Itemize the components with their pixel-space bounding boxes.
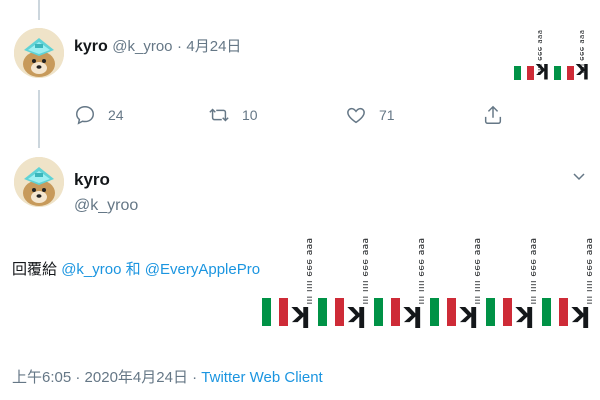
reply-action[interactable]: 24: [74, 104, 124, 126]
avatar[interactable]: [14, 28, 64, 78]
reply-count: 24: [108, 107, 124, 123]
emoji-rotated-text: ɐɐɐ ɘɘɘ ıııı ııı: [416, 238, 426, 305]
retweet-arrows-icon: [209, 108, 229, 122]
reply-bubble-icon: [76, 106, 94, 125]
italy-flag-emoji: [486, 298, 512, 326]
user-handle[interactable]: @k_yroo: [74, 197, 138, 215]
italy-flag-emoji: [514, 66, 534, 80]
thread-line-middle: [38, 90, 40, 148]
thread-line-top: [38, 0, 40, 20]
emoji-rotated-text: ɐɐɐ ɘɘɘ ıııı ııı: [304, 238, 314, 305]
share-action[interactable]: [482, 104, 504, 126]
tweet-date[interactable]: 4月24日: [186, 38, 241, 55]
reply-user-link[interactable]: @k_yroo: [61, 261, 121, 278]
tweet-source-link[interactable]: Twitter Web Client: [201, 369, 322, 386]
italy-flag-emoji: [374, 298, 400, 326]
emoji-rotated-text: ɐɐɐ ɘɘɘ ıııı: [536, 30, 544, 74]
retweet-count: 10: [242, 107, 258, 123]
emoji-rotated-text: ɐɐɐ ɘɘɘ ıııı: [578, 30, 586, 74]
avatar-dog-image: [14, 157, 64, 207]
separator-dot: ·: [75, 369, 81, 386]
tweet1-header: kyro @k_yroo · 4月24日: [74, 35, 241, 56]
tweet-date[interactable]: 2020年4月24日: [85, 369, 188, 386]
reply-to-line: 回覆給 @k_yroo 和 @EveryApplePro: [12, 258, 260, 279]
reply-and: 和: [125, 261, 141, 278]
tweet-meta: 上午6:05 · 2020年4月24日 · Twitter Web Client: [12, 366, 323, 387]
emoji-rotated-text: ɐɐɐ ɘɘɘ ıııı ııı: [584, 238, 594, 305]
separator-dot: ·: [192, 369, 198, 386]
separator-dot: ·: [176, 38, 182, 55]
heart-icon: [347, 107, 365, 124]
retweet-action[interactable]: 10: [208, 104, 258, 126]
share-upload-icon: [484, 105, 502, 124]
emoji-art-tweet2: ʞ ɐɐɐ ɘɘɘ ıııı ııı ʞ ɐɐɐ ɘɘɘ ıııı ııı ʞ ɐɐɐ ɘ…: [262, 238, 598, 358]
emoji-rotated-text: ɐɐɐ ɘɘɘ ıııı ııı: [472, 238, 482, 305]
italy-flag-emoji: [430, 298, 456, 326]
like-count: 71: [379, 107, 395, 123]
emoji-rotated-text: ɐɐɐ ɘɘɘ ıııı ııı: [360, 238, 370, 305]
display-name[interactable]: kyro: [74, 38, 108, 55]
chevron-down-icon[interactable]: [571, 168, 587, 184]
italy-flag-emoji: [542, 298, 568, 326]
italy-flag-emoji: [318, 298, 344, 326]
emoji-art-tweet1: ʞ ɐɐɐ ɘɘɘ ıııı ʞ ɐɐɐ ɘɘɘ ıııı: [514, 28, 600, 103]
display-name[interactable]: kyro: [74, 170, 110, 190]
avatar[interactable]: [14, 157, 64, 207]
tweet-time[interactable]: 上午6:05: [12, 369, 71, 386]
like-action[interactable]: 71: [345, 104, 395, 126]
user-handle[interactable]: @k_yroo: [112, 38, 172, 55]
reply-prefix: 回覆給: [12, 261, 58, 278]
italy-flag-emoji: [262, 298, 288, 326]
emoji-rotated-text: ɐɐɐ ɘɘɘ ıııı ııı: [528, 238, 538, 305]
reply-user-link[interactable]: @EveryApplePro: [145, 261, 260, 278]
avatar-dog-image: [14, 28, 64, 78]
italy-flag-emoji: [554, 66, 574, 80]
